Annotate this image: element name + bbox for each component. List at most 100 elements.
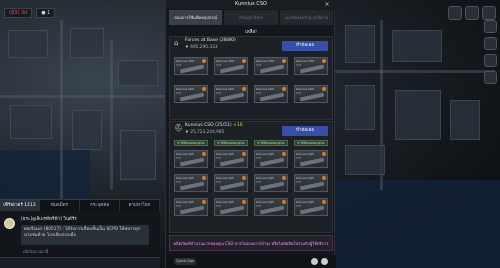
right-side-menu [480,20,500,260]
item-card[interactable]: Kunnius CSO 333 [214,150,248,168]
item-card[interactable]: Kunnius CSO 333 [174,174,208,192]
rarity-icon [322,152,326,156]
item-name: Kunnius CSO [296,58,314,63]
weapon-icon [299,181,325,191]
mail-icon[interactable] [448,6,462,20]
event-icon[interactable] [465,6,479,20]
pack-card: ⌂ Forces at Base (28/80) ♦ 695,290,333 ท… [169,36,333,120]
tab-guide[interactable]: สอนการใช้แพ็คคอุปกรณ์ [169,10,223,25]
item-card[interactable]: Kunnius CSO 333 [294,150,328,168]
chat-timestamp: เมื่อไม่นานมานี้ [23,249,49,254]
tab-assign[interactable]: Assign Here [224,10,278,25]
buy-button[interactable]: ทำต่อเลย [282,41,328,51]
weapon-icon [179,181,205,191]
rarity-icon [282,200,286,204]
notification-chip[interactable]: ● 1 [36,8,56,18]
chip-row: ทำให้ทั้งหมดของทุกคน ทำให้ทั้งหมดของทุกคน… [174,140,328,146]
item-card[interactable]: Kunnius CSO 333 [214,85,248,103]
avatar[interactable] [4,218,15,229]
rarity-icon [242,59,246,63]
item-card[interactable]: Kunnius CSO 333 [254,85,288,103]
rarity-icon [242,200,246,204]
rarity-icon [282,59,286,63]
rarity-icon [242,87,246,91]
item-card[interactable]: Kunnius CSO 333 [174,198,208,216]
weapon-icon [219,181,245,191]
alliance-icon[interactable] [483,37,497,50]
status-chip: ทำให้ทั้งหมดของทุกคน [294,140,328,146]
item-card[interactable]: Kunnius CSO 333 [294,174,328,192]
purchase-modal: Kunnius CSO × สอนการใช้แพ็คคอุปกรณ์ Assi… [165,0,336,268]
item-name: Kunnius CSO [296,86,314,91]
tab-record[interactable]: แบบรีคอร์ดจำนวนใช้งาน [279,10,333,25]
buy-button[interactable]: ทำต่อเลย [282,126,328,136]
item-card[interactable]: Kunnius CSO 333 [254,198,288,216]
item-card[interactable]: Kunnius CSO 333 [214,198,248,216]
pack-price: ♦ 695,290,333 [185,45,218,50]
pack-card: ⛑ Kunnius CSO (25/51) +16 ♦ 25,723,244,9… [169,121,333,233]
item-card[interactable]: Kunnius CSO 333 [294,57,328,75]
chat-tab-world[interactable]: ตามหาโลก [120,200,160,211]
gift-icon[interactable] [483,54,497,67]
top-right-hud [448,6,496,20]
settings-icon[interactable] [311,258,318,265]
item-qty: 333 [216,63,222,67]
item-qty: 333 [256,180,262,184]
chat-message: พลเรือเอก (80517) : ได้รับการเลื่อนขั้นเ… [21,225,149,245]
rarity-icon [242,152,246,156]
item-card[interactable]: Kunnius CSO 333 [214,57,248,75]
quest-icon[interactable] [483,20,497,33]
item-grid: Kunnius CSO 333 Kunnius CSO 333 Kunnius CSO 3… [174,150,328,216]
weapon-icon [179,205,205,215]
weapon-icon [219,92,245,102]
weapon-icon [259,205,285,215]
section-label: เหลือ! [245,30,257,35]
item-name: Kunnius CSO [256,175,274,180]
close-icon[interactable]: × [323,1,331,8]
top-left-hud: (83) 3d ● 1 [4,8,56,18]
rarity-icon [202,152,206,156]
weapon-icon [259,157,285,167]
item-qty: 333 [216,204,222,208]
item-card[interactable]: Kunnius CSO 333 [174,150,208,168]
item-card[interactable]: Kunnius CSO 333 [294,85,328,103]
item-qty: 333 [176,91,182,95]
chat-tab-server[interactable]: เซิร์ฟเวอร์ 1213 [0,200,40,211]
chat-input[interactable] [0,257,160,268]
rarity-icon [282,176,286,180]
item-qty: 333 [256,91,262,95]
power-chip[interactable]: (83) 3d [4,8,33,18]
item-card[interactable]: Kunnius CSO 333 [254,57,288,75]
item-card[interactable]: Kunnius CSO 333 [254,150,288,168]
item-card[interactable]: Kunnius CSO 333 [214,174,248,192]
chat-tabs: เซิร์ฟเวอร์ 1213 พันธมิตร กระบุคคล ตามหา… [0,199,160,211]
weapon-icon [219,205,245,215]
item-card[interactable]: Kunnius CSO 333 [174,57,208,75]
weapon-icon [299,64,325,74]
weapon-icon [259,64,285,74]
weapon-icon [299,92,325,102]
rarity-icon [322,200,326,204]
chat-sender-name[interactable]: [ยระ]@ลิเบรท์ทรี่ฟ้า] วินด์ร์ร [21,215,77,222]
chat-tab-private[interactable]: กระบุคคล [80,200,120,211]
item-name: Kunnius CSO [296,199,314,204]
help-icon[interactable] [321,258,328,265]
pack-price: ♦ 25,723,244,985 [185,130,225,135]
quick-ops-button[interactable]: Quick Ops [174,258,196,265]
item-grid: Kunnius CSO 333 Kunnius CSO 333 Kunnius CSO 3… [174,57,328,103]
item-card[interactable]: Kunnius CSO 333 [254,174,288,192]
ranking-icon[interactable] [483,71,497,84]
footer-bar: Quick Ops [166,255,336,268]
item-card[interactable]: Kunnius CSO 333 [294,198,328,216]
rarity-icon [202,200,206,204]
item-card[interactable]: Kunnius CSO 333 [174,85,208,103]
item-qty: 333 [296,63,302,67]
weapon-icon [219,64,245,74]
item-qty: 333 [176,180,182,184]
item-name: Kunnius CSO [216,86,234,91]
chat-tab-alliance[interactable]: พันธมิตร [40,200,80,211]
weapon-icon [179,64,205,74]
rarity-icon [322,176,326,180]
rarity-icon [282,152,286,156]
shop-icon[interactable] [482,6,496,20]
